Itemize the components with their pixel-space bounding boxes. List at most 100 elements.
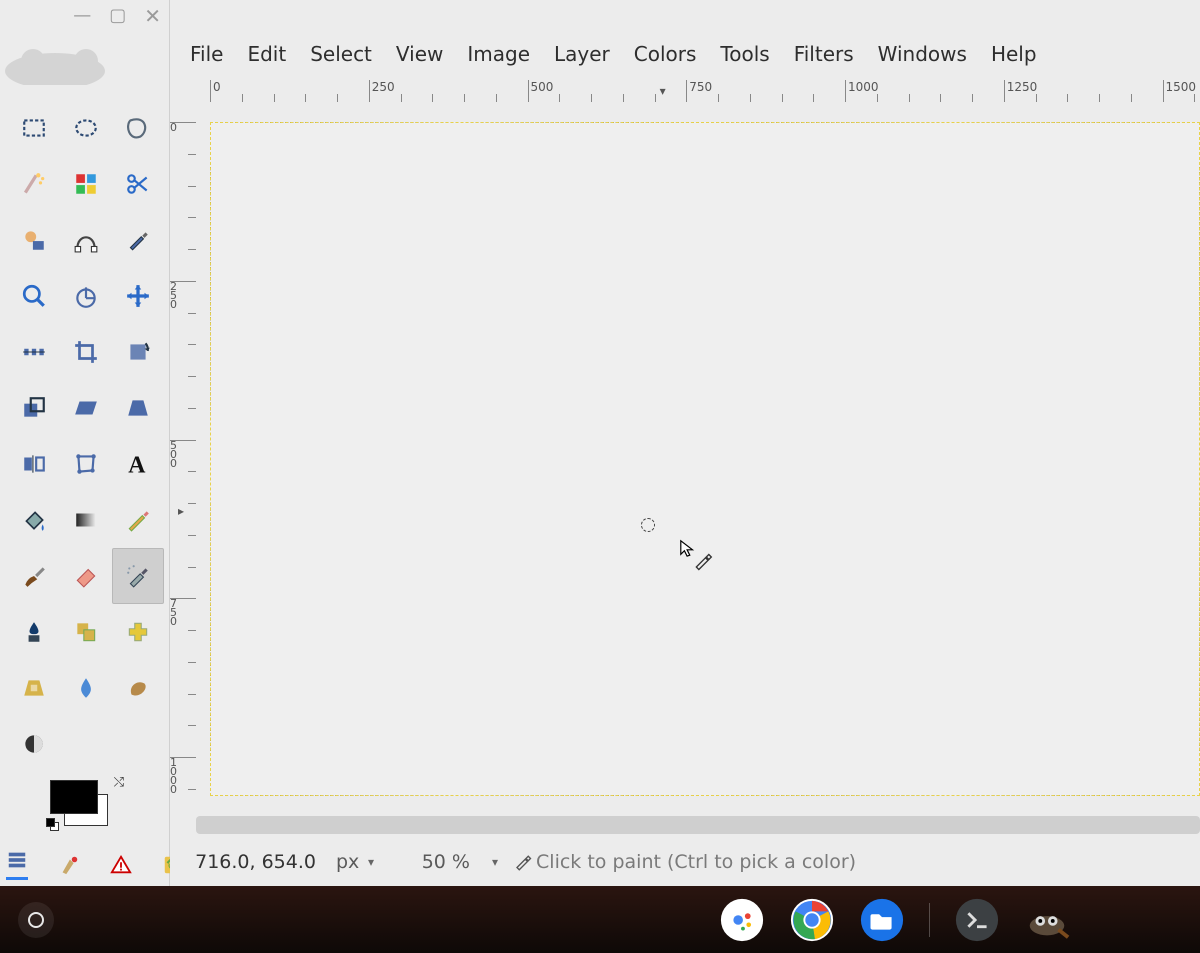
scrollbar-horizontal[interactable] <box>196 816 1200 834</box>
tool-color-picker[interactable] <box>112 212 164 268</box>
move-icon <box>125 283 151 309</box>
unit-selector[interactable]: px▾ <box>324 851 388 873</box>
tool-fuzzy-select[interactable] <box>8 156 60 212</box>
tool-blur-sharpen[interactable] <box>60 660 112 716</box>
shelf-separator <box>929 903 930 937</box>
blend-icon <box>73 507 99 533</box>
scale-icon <box>21 395 47 421</box>
tool-smudge[interactable] <box>112 660 164 716</box>
menu-help[interactable]: Help <box>981 38 1047 70</box>
tool-crop[interactable] <box>60 324 112 380</box>
assistant-icon <box>719 897 765 943</box>
tool-flip[interactable] <box>8 436 60 492</box>
dock-tab-device-status[interactable] <box>58 854 80 880</box>
tool-by-color-select[interactable] <box>60 156 112 212</box>
ruler-h-1500: 1500 <box>1163 80 1197 102</box>
ruler-h-0: 0 <box>210 80 221 102</box>
tool-airbrush[interactable] <box>112 548 164 604</box>
ink-icon <box>21 619 47 645</box>
tool-options-icon <box>6 849 28 871</box>
ruler-v-0: 0 <box>170 122 196 132</box>
shelf-app-gimp[interactable] <box>1024 897 1070 943</box>
ruler-h-500: 500 <box>528 80 554 102</box>
minimize-button[interactable]: — <box>73 7 91 25</box>
tool-measure[interactable] <box>60 268 112 324</box>
tool-align[interactable] <box>8 324 60 380</box>
tool-free-select[interactable] <box>112 100 164 156</box>
blur-sharpen-icon <box>73 675 99 701</box>
tool-perspective-clone[interactable] <box>8 660 60 716</box>
tool-dodge-burn[interactable] <box>8 716 60 772</box>
menu-edit[interactable]: Edit <box>237 38 296 70</box>
chevron-down-icon[interactable]: ▾ <box>484 855 506 869</box>
tool-ellipse-select[interactable] <box>60 100 112 156</box>
fg-color[interactable] <box>50 780 98 814</box>
menu-select[interactable]: Select <box>300 38 382 70</box>
paths-icon <box>73 227 99 253</box>
menu-file[interactable]: File <box>180 38 233 70</box>
canvas-viewport[interactable] <box>196 102 1200 806</box>
menu-tools[interactable]: Tools <box>710 38 779 70</box>
shelf-app-chrome[interactable] <box>789 897 835 943</box>
free-select-icon <box>125 115 151 141</box>
ruler-horizontal[interactable]: ▸ 0250500750100012501500▾ <box>196 80 1200 102</box>
ruler-v-500: 500 <box>170 440 196 468</box>
circle-icon <box>28 912 44 928</box>
tool-rect-select[interactable] <box>8 100 60 156</box>
color-swatch[interactable]: ⤭ <box>50 780 114 828</box>
tool-foreground-select[interactable] <box>8 212 60 268</box>
launcher-button[interactable] <box>18 902 54 938</box>
tool-scale[interactable] <box>8 380 60 436</box>
perspective-clone-icon <box>21 675 47 701</box>
close-button[interactable]: ✕ <box>144 6 161 26</box>
zoom-level[interactable]: 50 % <box>396 851 476 873</box>
by-color-select-icon <box>73 171 99 197</box>
bucket-fill-icon <box>21 507 47 533</box>
ruler-h-250: 250 <box>369 80 395 102</box>
tool-blend[interactable] <box>60 492 112 548</box>
dock-tab-error-console[interactable] <box>110 854 132 880</box>
tool-pencil[interactable] <box>112 492 164 548</box>
canvas[interactable] <box>210 122 1200 796</box>
chrome-icon <box>789 897 835 943</box>
paintbrush-icon <box>21 563 47 589</box>
tool-grid <box>8 100 168 772</box>
shelf-app-assistant[interactable] <box>719 897 765 943</box>
menu-colors[interactable]: Colors <box>624 38 707 70</box>
menu-windows[interactable]: Windows <box>868 38 977 70</box>
dock-tab-tool-options[interactable] <box>6 849 28 880</box>
reset-colors-icon[interactable] <box>46 818 60 832</box>
tool-clone[interactable] <box>60 604 112 660</box>
shelf-app-files[interactable] <box>859 897 905 943</box>
menu-filters[interactable]: Filters <box>784 38 864 70</box>
tool-move[interactable] <box>112 268 164 324</box>
tool-cage[interactable] <box>60 436 112 492</box>
tool-paintbrush[interactable] <box>8 548 60 604</box>
tool-eraser[interactable] <box>60 548 112 604</box>
tool-paths[interactable] <box>60 212 112 268</box>
status-bar: 716.0, 654.0 px▾ 50 % ▾ Click to paint (… <box>170 838 1200 886</box>
ruler-vertical[interactable]: 02505007501000▸ <box>170 102 196 806</box>
tool-rotate[interactable] <box>112 324 164 380</box>
fuzzy-select-icon <box>21 171 47 197</box>
swap-colors-icon[interactable]: ⤭ <box>114 775 124 790</box>
tool-scissors[interactable] <box>112 156 164 212</box>
tool-zoom[interactable] <box>8 268 60 324</box>
tool-bucket-fill[interactable] <box>8 492 60 548</box>
gimp-icon <box>1024 897 1070 943</box>
menu-image[interactable]: Image <box>457 38 540 70</box>
foreground-select-icon <box>21 227 47 253</box>
clone-icon <box>73 619 99 645</box>
toolbox-dock-tabs <box>6 849 184 880</box>
menu-view[interactable]: View <box>386 38 453 70</box>
rect-select-icon <box>21 115 47 141</box>
tool-heal[interactable] <box>112 604 164 660</box>
tool-ink[interactable] <box>8 604 60 660</box>
crop-icon <box>73 339 99 365</box>
tool-text[interactable] <box>112 436 164 492</box>
maximize-button[interactable]: ▢ <box>109 7 126 25</box>
tool-shear[interactable] <box>60 380 112 436</box>
menu-layer[interactable]: Layer <box>544 38 620 70</box>
shelf-app-terminal[interactable] <box>954 897 1000 943</box>
tool-perspective[interactable] <box>112 380 164 436</box>
